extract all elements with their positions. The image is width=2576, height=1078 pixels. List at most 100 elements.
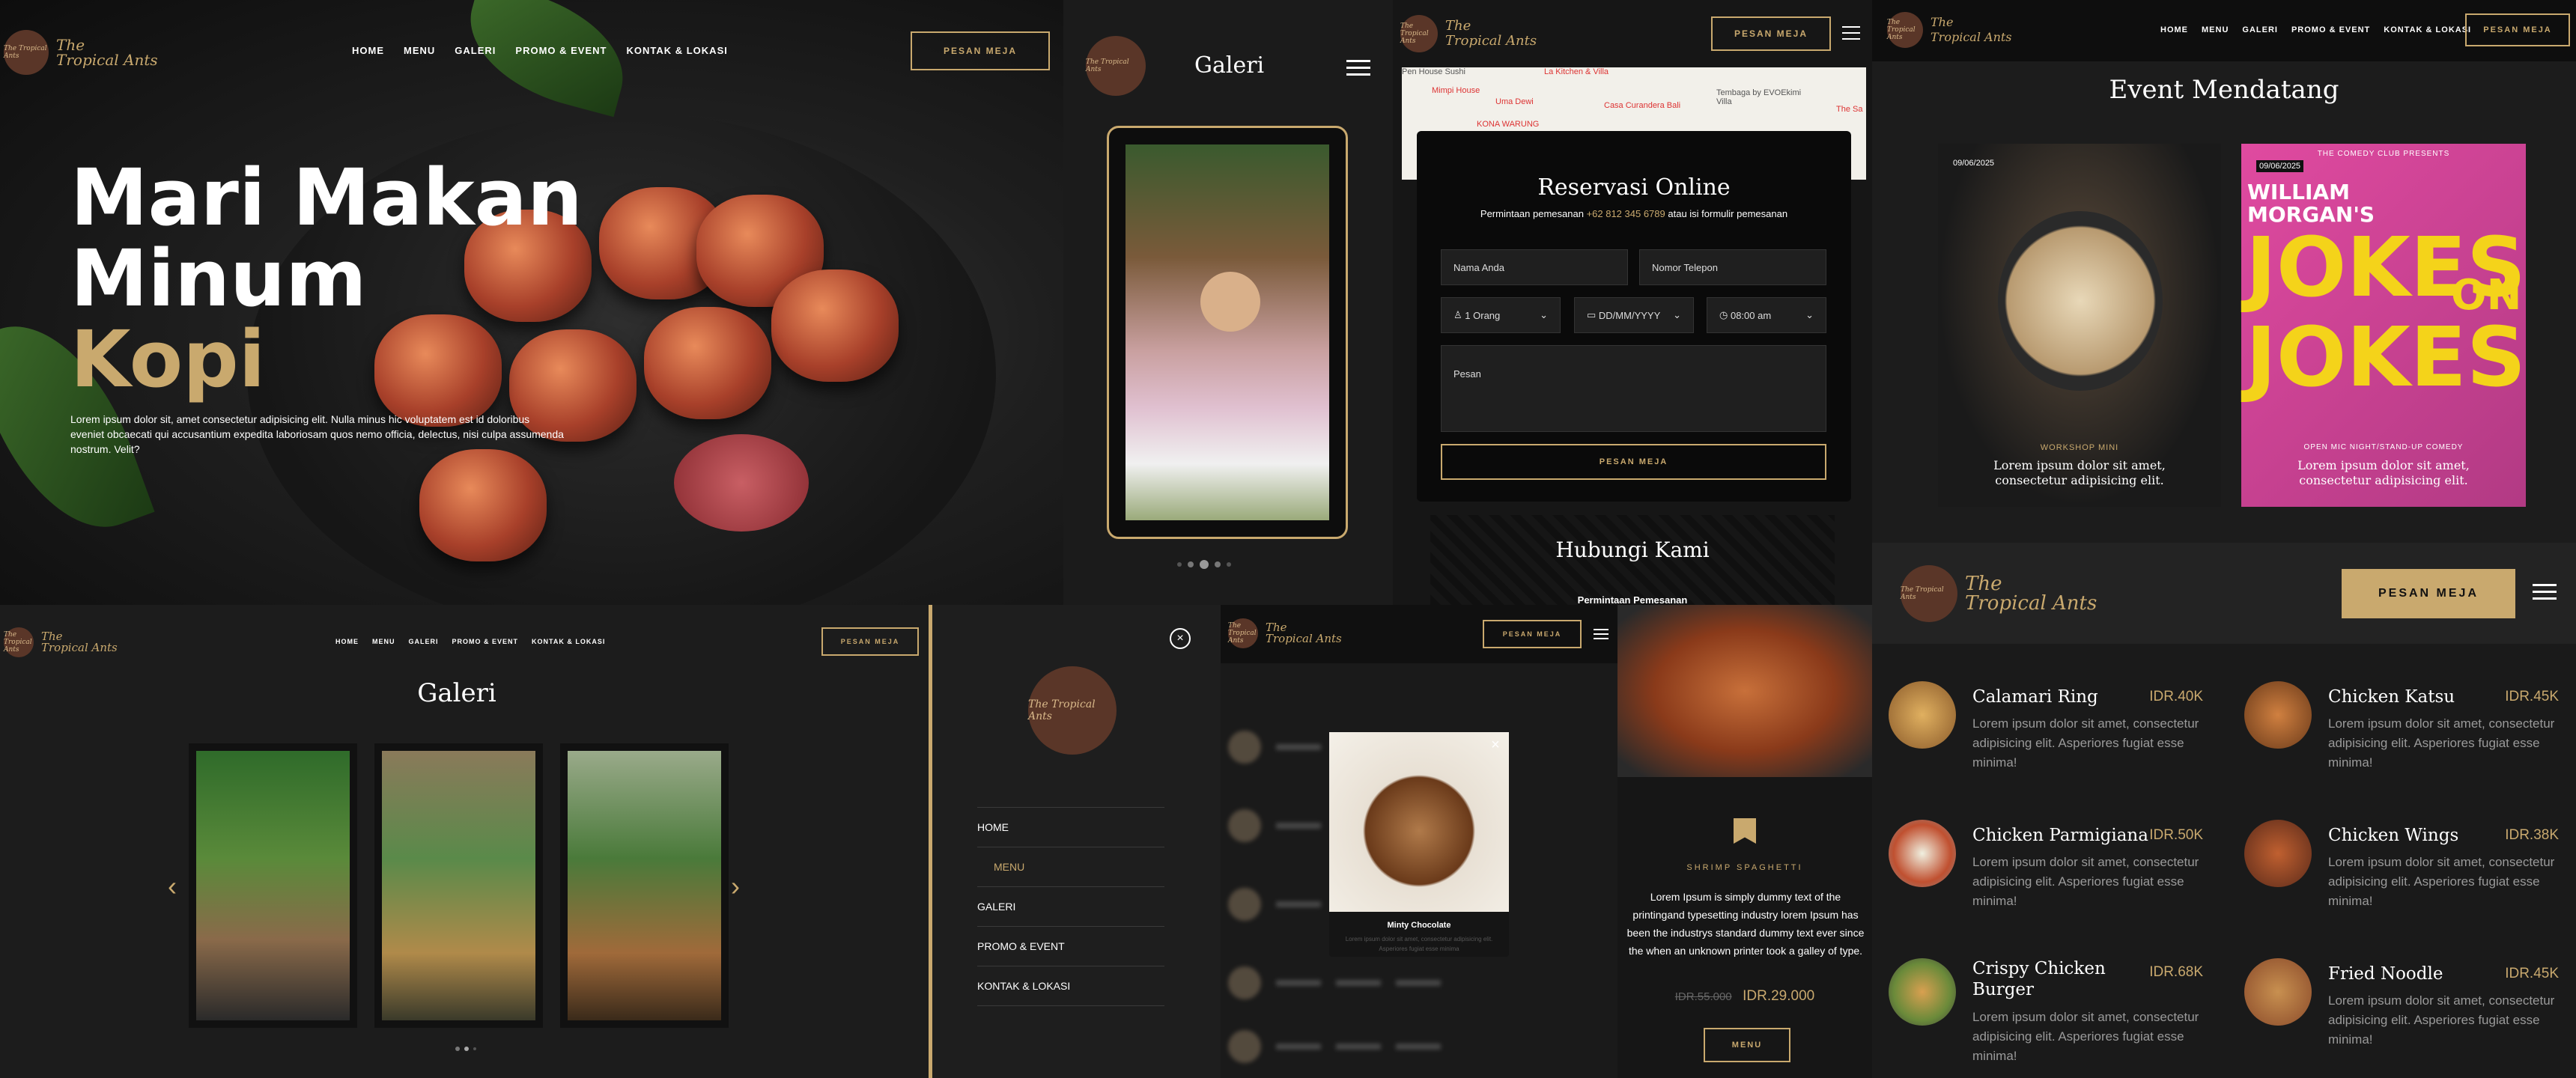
gallery-card[interactable]	[189, 743, 357, 1028]
menu-item[interactable]: Crispy Chicken Burger IDR.68K Lorem ipsum…	[1889, 958, 2203, 1066]
name-input[interactable]: Nama Anda	[1441, 249, 1628, 285]
event-tag: OPEN MIC NIGHT/STAND-UP COMEDY	[2303, 443, 2464, 451]
calendar-icon: ▭	[1587, 309, 1599, 320]
close-icon[interactable]: ×	[1170, 628, 1191, 649]
pesan-meja-button[interactable]: PESAN MEJA	[821, 627, 919, 656]
nav-galeri[interactable]: GALERI	[455, 45, 496, 56]
main-nav: HOME MENU GALERI PROMO & EVENT KONTAK & …	[335, 638, 605, 645]
gallery-desktop-panel: The Tropical Ants The Tropical Ants HOME …	[0, 605, 929, 1078]
phone-input[interactable]: Nomor Telepon	[1639, 249, 1826, 285]
dish-name: Calamari Ring	[1972, 687, 2098, 707]
close-icon[interactable]: ×	[1485, 737, 1506, 758]
logo-badge[interactable]: The Tropical Ants	[1086, 36, 1146, 96]
hamburger-icon[interactable]	[1346, 60, 1370, 76]
mobile-menu-panel: × The Tropical Ants HOME MENU GALERI PRO…	[929, 605, 1221, 1078]
chevron-left-icon[interactable]: ‹	[168, 871, 177, 902]
nav-kontak[interactable]: KONTAK & LOKASI	[2384, 25, 2471, 34]
logo[interactable]: The Tropical Ants The Tropical Ants	[1228, 618, 1342, 648]
menu-item[interactable]: Chicken Katsu IDR.45K Lorem ipsum dolor s…	[2244, 681, 2559, 773]
hamburger-icon[interactable]	[1594, 629, 1609, 639]
gallery-card[interactable]	[560, 743, 729, 1028]
sushi-roll	[771, 270, 899, 382]
mobile-nav-home[interactable]: HOME	[977, 808, 1164, 847]
nav-menu[interactable]: MENU	[372, 638, 395, 645]
nav-galeri[interactable]: GALERI	[2242, 25, 2278, 34]
hamburger-icon[interactable]	[1842, 26, 1860, 40]
nav-home[interactable]: HOME	[352, 45, 384, 56]
menu-item[interactable]: Fried Noodle IDR.45K Lorem ipsum dolor si…	[2244, 958, 2559, 1050]
sushi-roll	[419, 449, 547, 561]
dish-desc: Lorem ipsum dolor sit amet, consectetur …	[1972, 716, 2199, 770]
pesan-meja-button[interactable]: PESAN MEJA	[1711, 16, 1831, 51]
dish-desc: Lorem ipsum dolor sit amet, consectetur …	[2328, 716, 2555, 770]
chevron-right-icon[interactable]: ›	[731, 871, 740, 902]
gallery-photo	[1126, 144, 1329, 520]
nav-galeri[interactable]: GALERI	[409, 638, 439, 645]
pesan-meja-button[interactable]: PESAN MEJA	[911, 31, 1050, 70]
reservation-panel: The Tropical Ants The Tropical Ants PESAN…	[1393, 0, 1872, 605]
nav-kontak[interactable]: KONTAK & LOKASI	[626, 45, 727, 56]
popup-panel: The Tropical Ants The Tropical Ants PESAN…	[1221, 605, 1617, 1078]
logo[interactable]: The Tropical Ants The Tropical Ants	[4, 627, 118, 657]
pesan-meja-button[interactable]: PESAN MEJA	[2465, 13, 2570, 46]
mobile-nav-promo[interactable]: PROMO & EVENT	[977, 927, 1164, 966]
event-poster-top: THE COMEDY CLUB PRESENTS	[2317, 150, 2450, 158]
map-label: Uma Dewi	[1495, 97, 1534, 106]
logo[interactable]: The Tropical Ants The Tropical Ants	[1901, 565, 2097, 622]
submit-reservation-button[interactable]: PESAN MEJA	[1441, 444, 1826, 480]
logo[interactable]: The Tropical Ants The Tropical Ants	[4, 30, 158, 75]
event-card-comedy[interactable]: THE COMEDY CLUB PRESENTS 09/06/2025 WILL…	[2241, 144, 2526, 507]
nav-kontak[interactable]: KONTAK & LOKASI	[532, 638, 605, 645]
logo-name-2: Tropical Ants	[1266, 632, 1342, 645]
main-nav: HOME MENU GALERI PROMO & EVENT KONTAK & …	[2160, 25, 2471, 34]
dish-image	[1889, 958, 1956, 1026]
product-desc-1: Lorem ipsum dolor sit amet, consectetur …	[1345, 936, 1493, 943]
nav-menu[interactable]: MENU	[404, 45, 435, 56]
date-input[interactable]: ▭ DD/MM/YYYY ⌄	[1574, 297, 1694, 333]
pesan-meja-button[interactable]: PESAN MEJA	[1483, 620, 1582, 648]
nav-home[interactable]: HOME	[335, 638, 359, 645]
message-input[interactable]: Pesan	[1441, 345, 1826, 432]
contact-section: Hubungi Kami Permintaan Pemesanan	[1430, 515, 1835, 605]
reservation-card: Reservasi Online Permintaan pemesanan +6…	[1417, 131, 1851, 502]
dish-title: SHRIMP SPAGHETTI	[1686, 863, 1803, 872]
logo-name-2: Tropical Ants	[1931, 30, 2012, 44]
gallery-card[interactable]	[374, 743, 543, 1028]
gallery-dots[interactable]	[1177, 560, 1231, 569]
logo[interactable]: The Tropical Ants The Tropical Ants	[1400, 15, 1537, 52]
events-title: Event Mendatang	[2109, 75, 2339, 105]
menu-item[interactable]: Chicken Wings IDR.38K Lorem ipsum dolor s…	[2244, 820, 2559, 911]
logo-badge: The Tropical Ants	[1228, 618, 1258, 648]
pesan-meja-button[interactable]: PESAN MEJA	[2342, 569, 2515, 618]
nav-home[interactable]: HOME	[2160, 25, 2188, 34]
nav-menu[interactable]: MENU	[2202, 25, 2229, 34]
basil-leaf	[454, 0, 640, 118]
menu-button[interactable]: MENU	[1704, 1028, 1790, 1062]
phone-link[interactable]: +62 812 345 6789	[1587, 208, 1665, 219]
product-desc-2: Asperiores fugiat esse minima	[1379, 945, 1459, 952]
mobile-nav-menu[interactable]: MENU	[977, 847, 1164, 886]
event-desc: Lorem ipsum dolor sit amet, consectetur …	[1993, 458, 2166, 487]
gallery-dots[interactable]	[455, 1047, 476, 1051]
event-card-workshop[interactable]: 09/06/2025 WORKSHOP MINI Lorem ipsum dol…	[1938, 144, 2221, 507]
time-input[interactable]: ◷ 08:00 am ⌄	[1707, 297, 1826, 333]
nav-promo[interactable]: PROMO & EVENT	[452, 638, 519, 645]
people-select[interactable]: ♙ 1 Orang ⌄	[1441, 297, 1561, 333]
bookmark-icon	[1734, 818, 1756, 844]
logo[interactable]: The Tropical Ants The Tropical Ants	[1887, 12, 2012, 48]
dish-price: IDR.40K	[2149, 689, 2203, 704]
main-nav: HOME MENU GALERI PROMO & EVENT KONTAK & …	[352, 45, 728, 56]
logo-badge[interactable]: The Tropical Ants	[1028, 666, 1117, 755]
dish-price: IDR.50K	[2149, 827, 2203, 843]
nav-promo[interactable]: PROMO & EVENT	[2291, 25, 2370, 34]
menu-item[interactable]: Chicken Parmigiana IDR.50K Lorem ipsum do…	[1889, 820, 2203, 911]
menu-item[interactable]: Calamari Ring IDR.40K Lorem ipsum dolor s…	[1889, 681, 2203, 773]
mobile-nav-galeri[interactable]: GALERI	[977, 887, 1164, 926]
nav-promo[interactable]: PROMO & EVENT	[515, 45, 607, 56]
menu-list-panel: The Tropical Ants The Tropical Ants PESAN…	[1872, 543, 2576, 1078]
mobile-nav-kontak[interactable]: KONTAK & LOKASI	[977, 966, 1164, 1005]
hamburger-icon[interactable]	[2533, 584, 2557, 600]
event-tag: WORKSHOP MINI	[2040, 443, 2119, 452]
dish-name: Chicken Katsu	[2328, 687, 2455, 707]
map-label: Tembaga by EVOEkimi Villa	[1716, 88, 1802, 106]
